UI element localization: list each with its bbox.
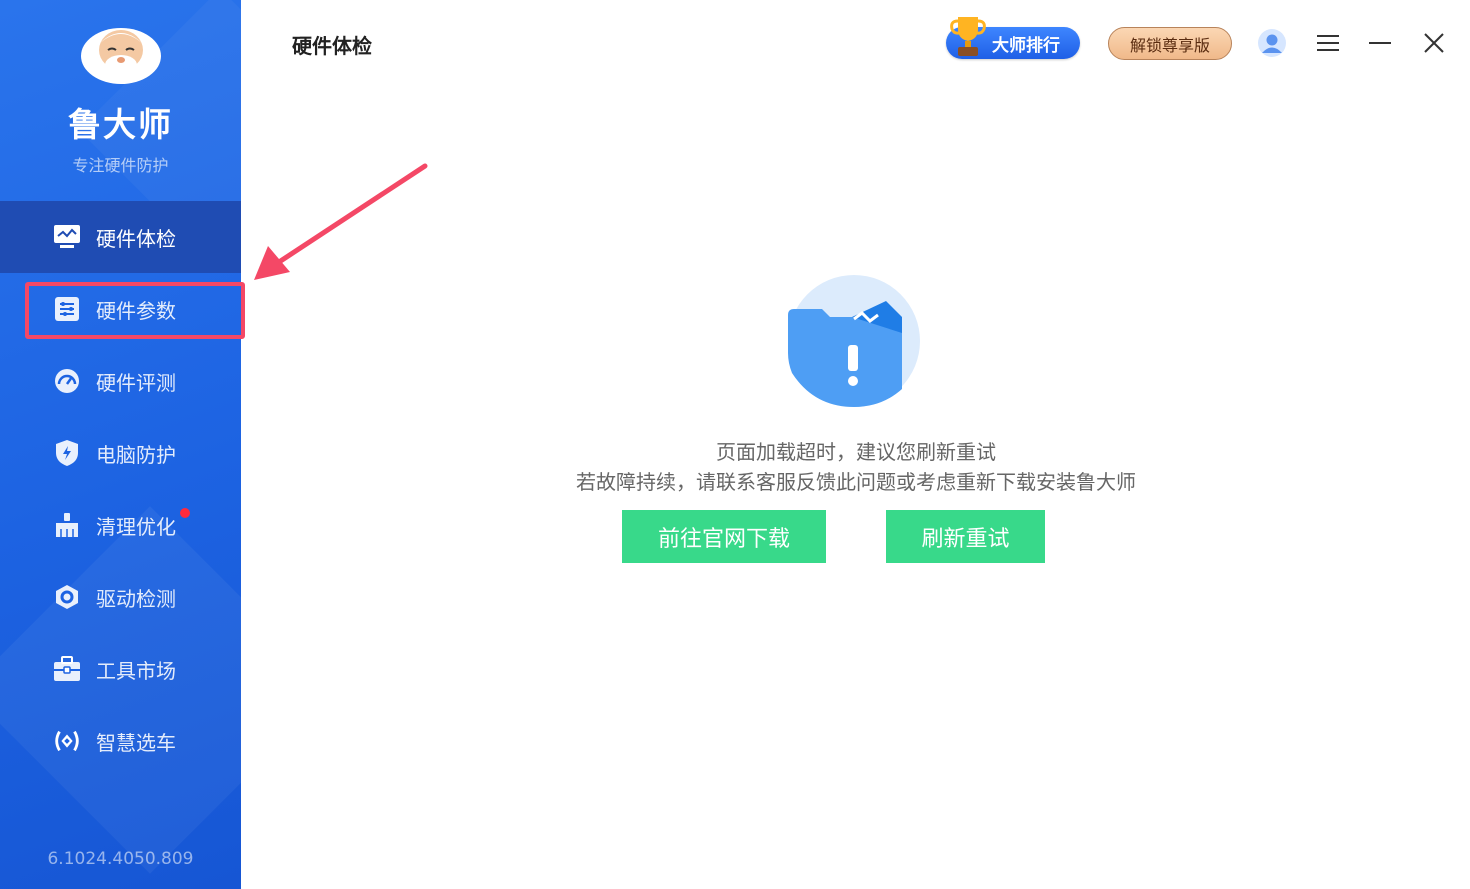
load-error-folder-icon [788,275,920,407]
sidebar-item-label: 硬件体检 [96,226,176,251]
master-ranking-label: 大师排行 [992,35,1060,56]
sidebar-item-label: 电脑防护 [96,442,176,467]
sidebar-item-hardware-benchmark[interactable]: 硬件评测 [0,345,241,417]
sidebar-item-smart-car[interactable]: 智慧选车 [0,705,241,777]
sidebar-item-cleanup[interactable]: 清理优化 [0,489,241,561]
minimize-icon[interactable] [1363,26,1397,60]
sidebar-item-pc-protection[interactable]: 电脑防护 [0,417,241,489]
unlock-premium-button[interactable]: 解锁尊享版 [1108,27,1232,60]
sidebar-item-label: 清理优化 [96,514,176,539]
trophy-icon [950,17,986,56]
support-message: 若故障持续，请联系客服反馈此问题或考虑重新下载安装鲁大师 [576,470,1136,494]
sidebar-item-hardware-check[interactable]: 硬件体检 [0,201,241,273]
sidebar-item-label: 驱动检测 [96,586,176,611]
annotation-arrow-icon [254,163,428,280]
timeout-message: 页面加载超时，建议您刷新重试 [716,440,996,464]
sidebar-item-driver-check[interactable]: 驱动检测 [0,561,241,633]
download-official-site-button[interactable]: 前往官网下载 [622,510,826,563]
logo-area: 鲁大师 专注硬件防护 [0,20,241,176]
notification-dot [180,508,190,518]
broom-icon [52,510,82,540]
page-title: 硬件体检 [292,34,372,58]
app-version: 6.1024.4050.809 [47,849,194,869]
close-icon[interactable] [1417,26,1451,60]
refresh-retry-button[interactable]: 刷新重试 [886,510,1045,563]
monitor-icon [52,222,82,252]
sidebar-item-label: 智慧选车 [96,730,176,755]
toolbox-icon [52,654,82,684]
shield-lightning-icon [52,438,82,468]
highlight-box [25,282,245,339]
speedometer-icon [52,366,82,396]
mascot-logo-icon [80,28,161,84]
sidebar-item-label: 硬件评测 [96,370,176,395]
app-window: 鲁大师 专注硬件防护 硬件体检 硬件参数 硬件评测 电脑防护 清理优化 驱动检测… [0,0,1470,889]
brand-slogan: 专注硬件防护 [72,156,169,175]
hexagon-gear-icon [52,582,82,612]
sidebar-item-label: 工具市场 [96,658,176,683]
menu-icon[interactable] [1311,26,1345,60]
car-signal-icon [52,726,82,756]
user-avatar-icon[interactable] [1255,26,1289,60]
brand-name: 鲁大师 [68,105,173,144]
sidebar-item-tool-market[interactable]: 工具市场 [0,633,241,705]
sidebar: 鲁大师 专注硬件防护 硬件体检 硬件参数 硬件评测 电脑防护 清理优化 驱动检测… [0,0,241,889]
master-ranking-button[interactable]: 大师排行 [946,17,1080,59]
